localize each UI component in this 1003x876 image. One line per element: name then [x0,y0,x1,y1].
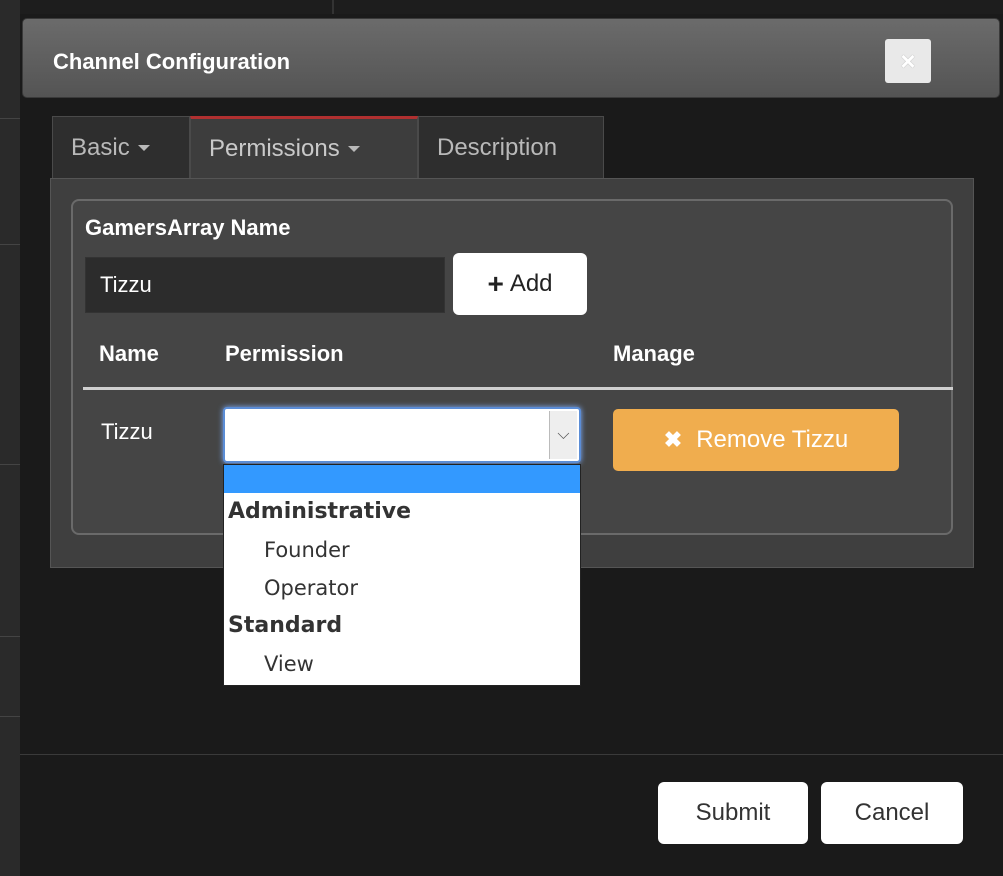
table-header-divider [83,387,953,390]
optgroup-standard: Standard [228,613,343,638]
remove-user-label: Remove Tizzu [696,426,849,453]
column-header-manage: Manage [613,341,695,366]
tab-permissions-label: Permissions [209,134,340,162]
tab-description[interactable]: Description [418,116,604,178]
plus-icon: + [487,268,504,299]
caret-down-icon [137,144,150,151]
close-icon: ✖ [663,427,683,452]
tab-permissions[interactable]: Permissions [190,116,418,178]
permission-dropdown-list: Administrative Founder Operator Standard… [223,464,581,686]
close-button[interactable]: × [885,39,931,83]
chevron-down-icon[interactable]: ⌵ [549,411,577,459]
channel-configuration-modal: Channel Configuration × Basic Permission… [20,14,1003,876]
tab-description-label: Description [437,133,558,161]
panel-title: GamersArray Name [85,215,291,240]
footer-divider [20,754,1003,755]
column-header-name: Name [99,341,159,366]
modal-title: Channel Configuration [53,49,291,74]
remove-user-button[interactable]: ✖ Remove Tizzu [613,409,899,471]
modal-header: Channel Configuration × [22,18,1000,98]
background-page-top [20,0,1003,14]
table-cell-name: Tizzu [101,419,153,444]
option-operator[interactable]: Operator [224,569,580,607]
tab-basic-label: Basic [71,133,130,161]
name-input[interactable]: Tizzu [85,257,445,313]
caret-down-icon [347,145,360,152]
background-page-edge [0,0,20,876]
dropdown-option-empty[interactable] [224,465,580,493]
optgroup-administrative: Administrative [228,499,412,524]
cancel-button[interactable]: Cancel [821,782,963,844]
column-header-permission: Permission [225,341,344,366]
option-founder[interactable]: Founder [224,531,580,569]
add-button[interactable]: + Add [453,253,587,315]
add-button-label: Add [509,270,553,297]
option-view[interactable]: View [224,645,580,683]
close-icon: × [900,45,916,76]
submit-button[interactable]: Submit [658,782,808,844]
tab-basic[interactable]: Basic [52,116,190,178]
permission-select[interactable]: ⌵ [223,407,581,463]
